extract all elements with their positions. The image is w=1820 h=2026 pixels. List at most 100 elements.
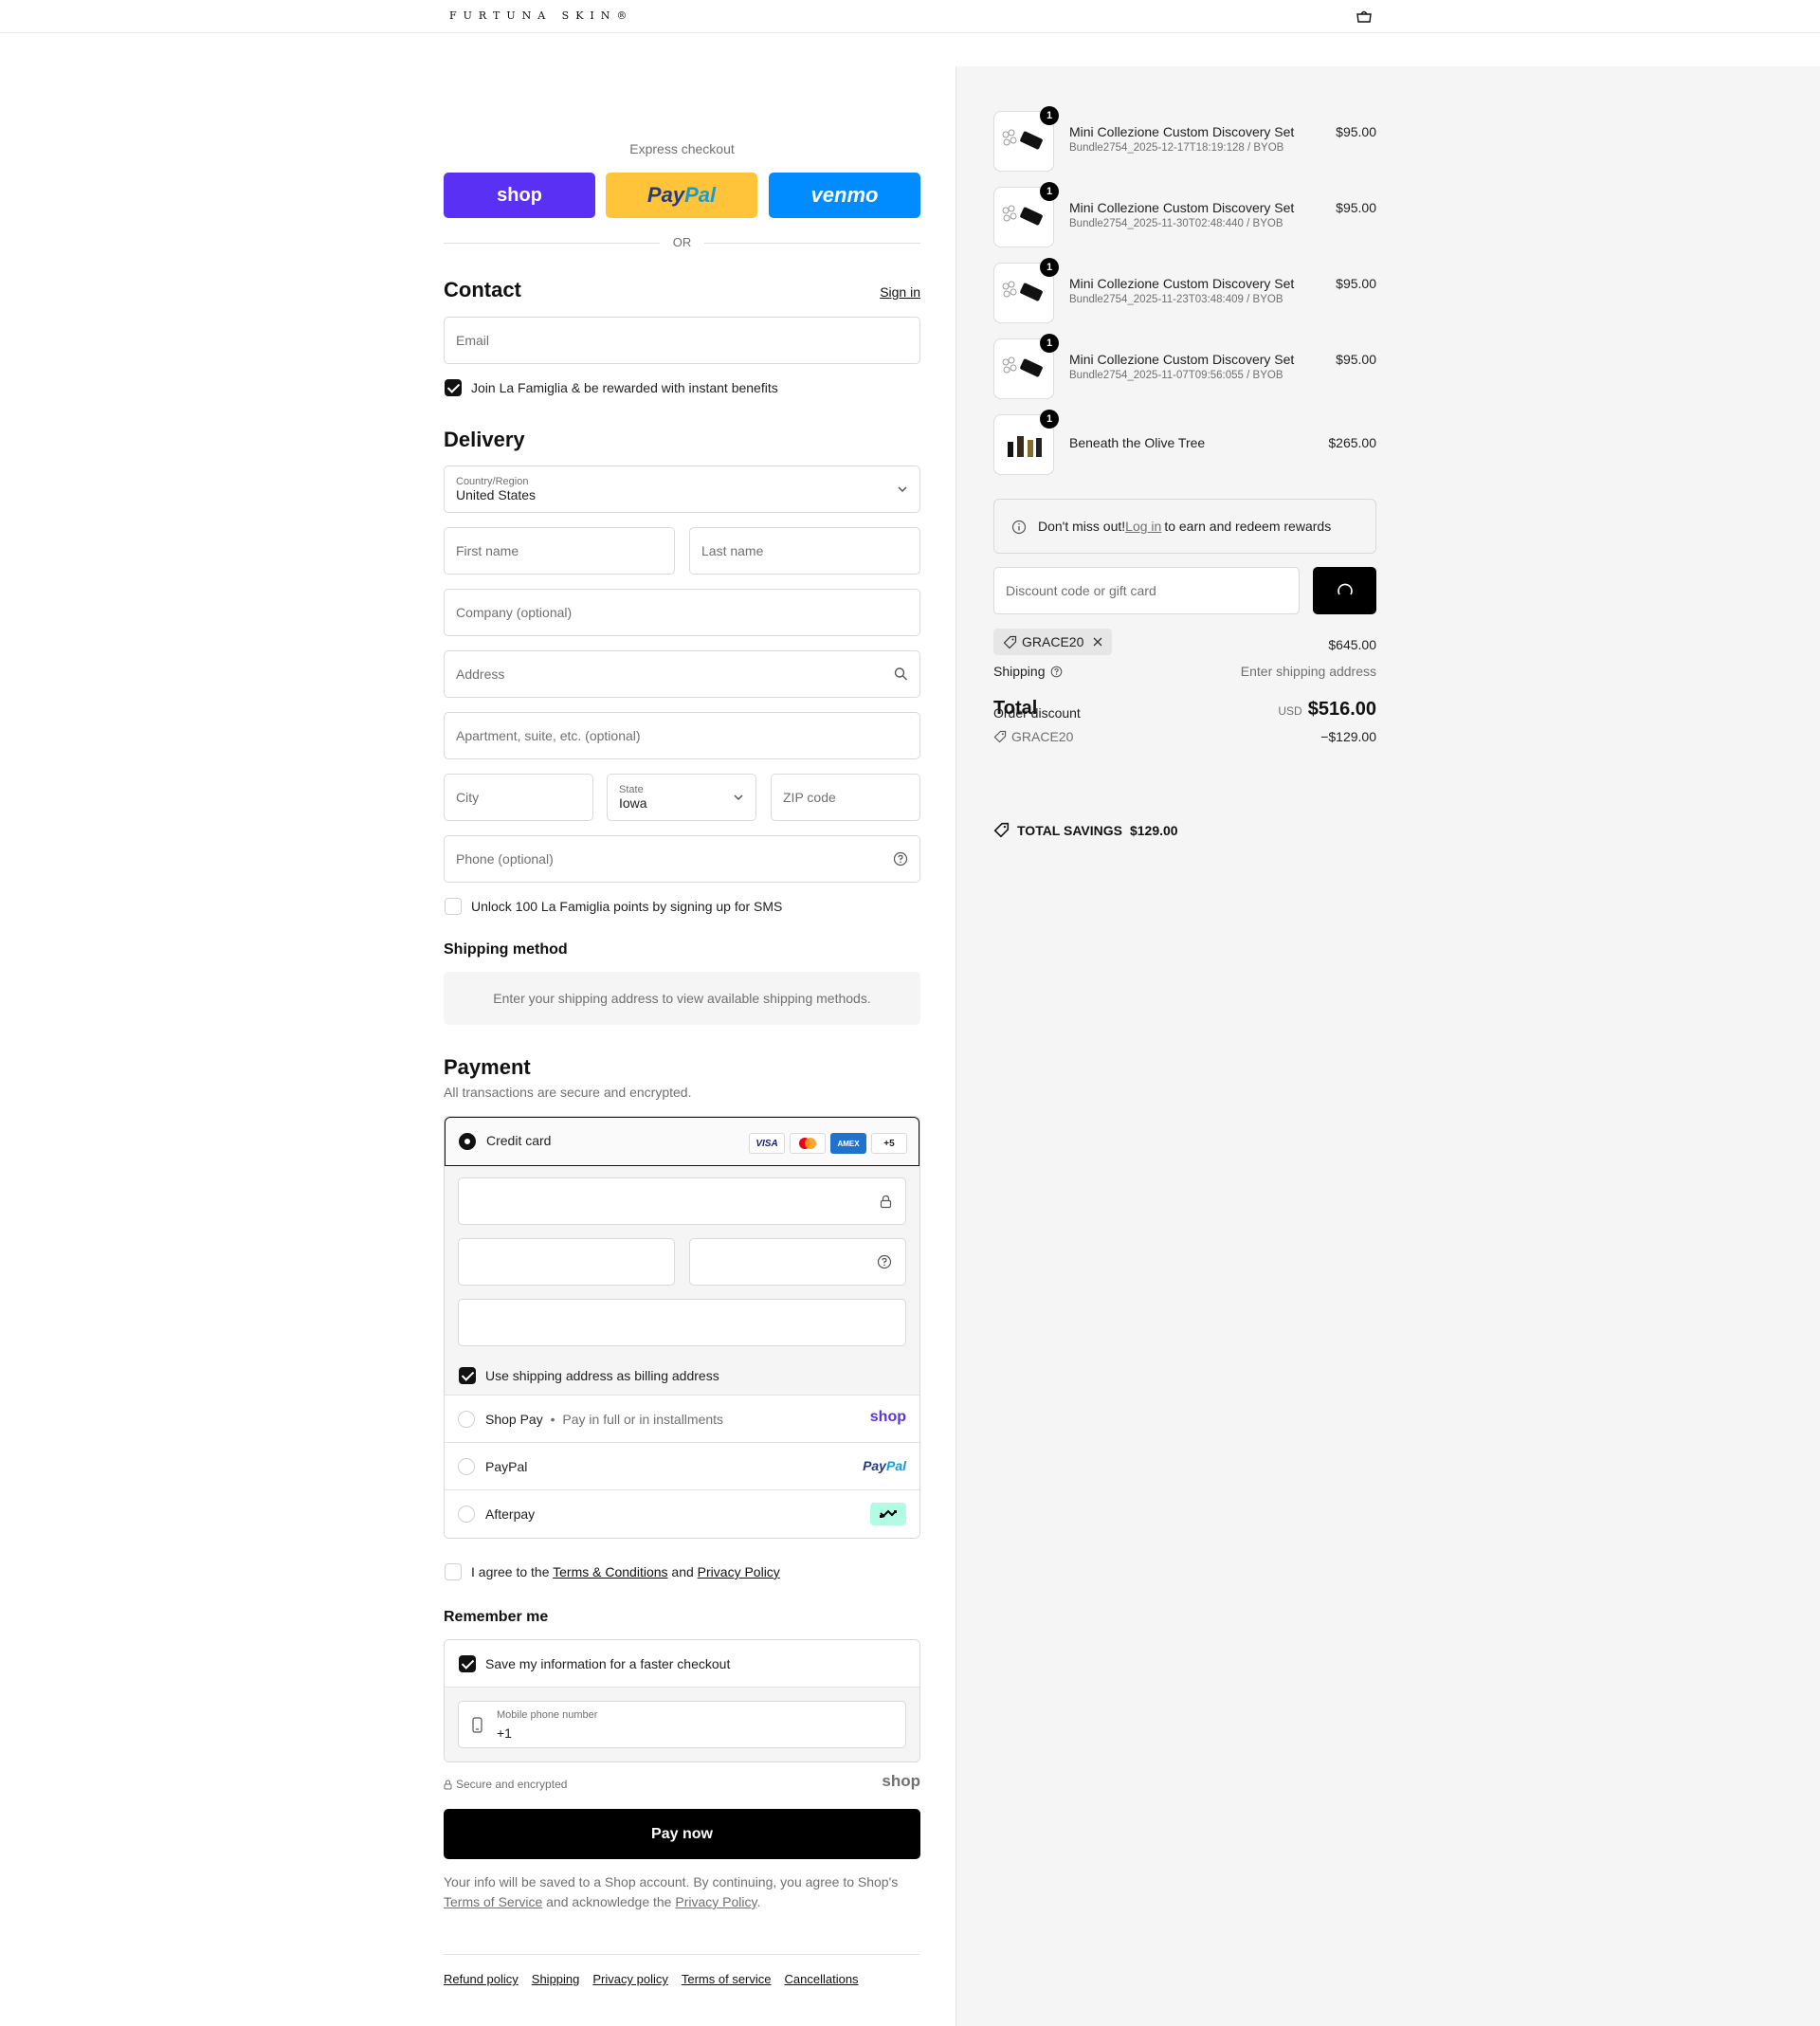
item-name: Mini Collezione Custom Discovery Set — [1069, 200, 1295, 215]
paypal-radio[interactable] — [458, 1458, 475, 1475]
product-thumbnail: 1 — [993, 410, 1059, 475]
footer-links: Refund policy Shipping Privacy policy Te… — [444, 1972, 859, 1986]
phone-field[interactable]: Phone (optional) — [444, 835, 920, 883]
address-field[interactable]: Address — [444, 650, 920, 698]
sms-checkbox[interactable] — [445, 898, 462, 915]
first-name-placeholder: First name — [456, 543, 519, 558]
credit-card-radio[interactable] — [459, 1133, 476, 1150]
state-select[interactable]: State Iowa — [607, 774, 756, 821]
sign-in-link[interactable]: Sign in — [880, 284, 920, 300]
shopping-bag-icon[interactable] — [1356, 9, 1373, 23]
zip-placeholder: ZIP code — [783, 790, 836, 805]
chevron-down-icon — [734, 794, 743, 801]
item-variant: Bundle2754_2025-11-23T03:48:409 / BYOB — [1069, 294, 1283, 305]
discount-placeholder: Discount code or gift card — [1006, 583, 1156, 598]
legal-mid: and acknowledge the — [542, 1894, 676, 1909]
pay-now-button[interactable]: Pay now — [444, 1809, 920, 1859]
mobile-phone-field[interactable]: Mobile phone number +1 — [458, 1701, 906, 1748]
legal-end: . — [756, 1894, 761, 1909]
lock-icon — [880, 1195, 892, 1209]
cancellations-link[interactable]: Cancellations — [785, 1972, 859, 1986]
last-name-field[interactable]: Last name — [689, 527, 920, 575]
privacy-link[interactable]: Privacy Policy — [698, 1564, 780, 1579]
save-info-checkbox[interactable] — [459, 1655, 476, 1672]
item-name: Mini Collezione Custom Discovery Set — [1069, 276, 1295, 291]
card-details-area: Use shipping address as billing address — [445, 1166, 919, 1396]
agree-checkbox[interactable] — [445, 1563, 462, 1580]
legal-text: Your info will be saved to a Shop accoun… — [444, 1872, 920, 1912]
country-select[interactable]: Country/Region United States — [444, 465, 920, 513]
save-info-row[interactable]: Save my information for a faster checkou… — [445, 1640, 919, 1688]
security-code-field[interactable] — [689, 1238, 906, 1286]
paypal-label: PayPal — [485, 1459, 528, 1474]
shop-pay-option[interactable]: Shop Pay • Pay in full or in installment… — [445, 1396, 919, 1443]
shop-pay-sub: Pay in full or in installments — [562, 1412, 724, 1427]
agree-prefix: I agree to the — [471, 1564, 554, 1579]
paypal-option[interactable]: PayPal PayPal — [445, 1443, 919, 1490]
apply-discount-button[interactable] — [1313, 567, 1376, 614]
newsletter-checkbox[interactable] — [445, 379, 462, 396]
shipping-policy-link[interactable]: Shipping — [532, 1972, 580, 1986]
shop-terms-link[interactable]: Terms of Service — [444, 1894, 542, 1909]
zip-field[interactable]: ZIP code — [771, 774, 920, 821]
card-number-field[interactable] — [458, 1177, 906, 1225]
item-price: $95.00 — [1336, 124, 1376, 139]
more-cards-badge: +5 — [871, 1133, 907, 1154]
first-name-field[interactable]: First name — [444, 527, 675, 575]
help-circle-icon[interactable] — [893, 851, 908, 867]
terms-link[interactable]: Terms & Conditions — [553, 1564, 667, 1579]
paypal-express-button[interactable]: Pay Pal — [606, 173, 757, 218]
discount-code-input[interactable]: Discount code or gift card — [993, 567, 1300, 614]
visa-icon: VISA — [749, 1133, 785, 1154]
email-placeholder: Email — [456, 333, 490, 348]
shop-pay-express-button[interactable]: shop — [444, 173, 595, 218]
shop-pay-logo: shop — [497, 184, 542, 206]
name-on-card-field[interactable] — [458, 1299, 906, 1346]
afterpay-radio[interactable] — [458, 1506, 475, 1523]
payment-heading: Payment — [444, 1055, 531, 1079]
shop-pay-radio[interactable] — [458, 1411, 475, 1428]
mobile-phone-icon — [472, 1717, 482, 1733]
secure-note: Secure and encrypted — [444, 1778, 567, 1791]
shop-pay-logo: shop — [869, 1409, 906, 1425]
lock-icon — [444, 1779, 452, 1789]
city-field[interactable]: City — [444, 774, 593, 821]
state-label: State — [619, 784, 644, 795]
credit-card-option[interactable]: Credit card VISA AMEX +5 — [445, 1117, 919, 1166]
remember-heading: Remember me — [444, 1609, 549, 1625]
log-in-link[interactable]: Log in — [1125, 519, 1161, 534]
quantity-badge: 1 — [1040, 334, 1059, 353]
help-circle-icon[interactable] — [877, 1254, 892, 1269]
item-variant: Bundle2754_2025-11-07T09:56:055 / BYOB — [1069, 370, 1283, 381]
company-field[interactable]: Company (optional) — [444, 589, 920, 636]
afterpay-option[interactable]: Afterpay — [445, 1490, 919, 1538]
amex-icon: AMEX — [830, 1133, 866, 1154]
quantity-badge: 1 — [1040, 410, 1059, 429]
terms-of-service-link[interactable]: Terms of service — [682, 1972, 772, 1986]
savings-label: TOTAL SAVINGS — [1017, 822, 1122, 838]
billing-checkbox[interactable] — [459, 1367, 476, 1384]
apartment-field[interactable]: Apartment, suite, etc. (optional) — [444, 712, 920, 759]
paypal-logo-pay: Pay — [863, 1458, 886, 1473]
venmo-express-button[interactable]: venmo — [769, 173, 920, 218]
shop-privacy-link[interactable]: Privacy Policy — [675, 1894, 756, 1909]
billing-label: Use shipping address as billing address — [485, 1368, 719, 1383]
refund-policy-link[interactable]: Refund policy — [444, 1972, 519, 1986]
paypal-logo: PayPal — [863, 1458, 906, 1473]
brand-logo[interactable]: FURTUNA SKIN® — [449, 9, 633, 22]
quantity-badge: 1 — [1040, 182, 1059, 201]
top-header: FURTUNA SKIN® — [0, 0, 1820, 33]
notice-text-b: to earn and redeem rewards — [1164, 519, 1332, 534]
afterpay-icon — [870, 1503, 906, 1525]
payment-subtitle: All transactions are secure and encrypte… — [444, 1085, 692, 1100]
item-price: $95.00 — [1336, 352, 1376, 367]
total-savings: TOTAL SAVINGS $129.00 — [993, 822, 1178, 838]
expiration-field[interactable] — [458, 1238, 675, 1286]
discount-value: −$129.00 — [1320, 729, 1376, 744]
mobile-phone-label: Mobile phone number — [497, 1709, 598, 1721]
email-field[interactable]: Email — [444, 317, 920, 364]
privacy-policy-link[interactable]: Privacy policy — [592, 1972, 667, 1986]
shop-logo: shop — [882, 1772, 920, 1790]
item-price: $95.00 — [1336, 276, 1376, 291]
cart-item: 1 Mini Collezione Custom Discovery Set B… — [993, 258, 1376, 325]
